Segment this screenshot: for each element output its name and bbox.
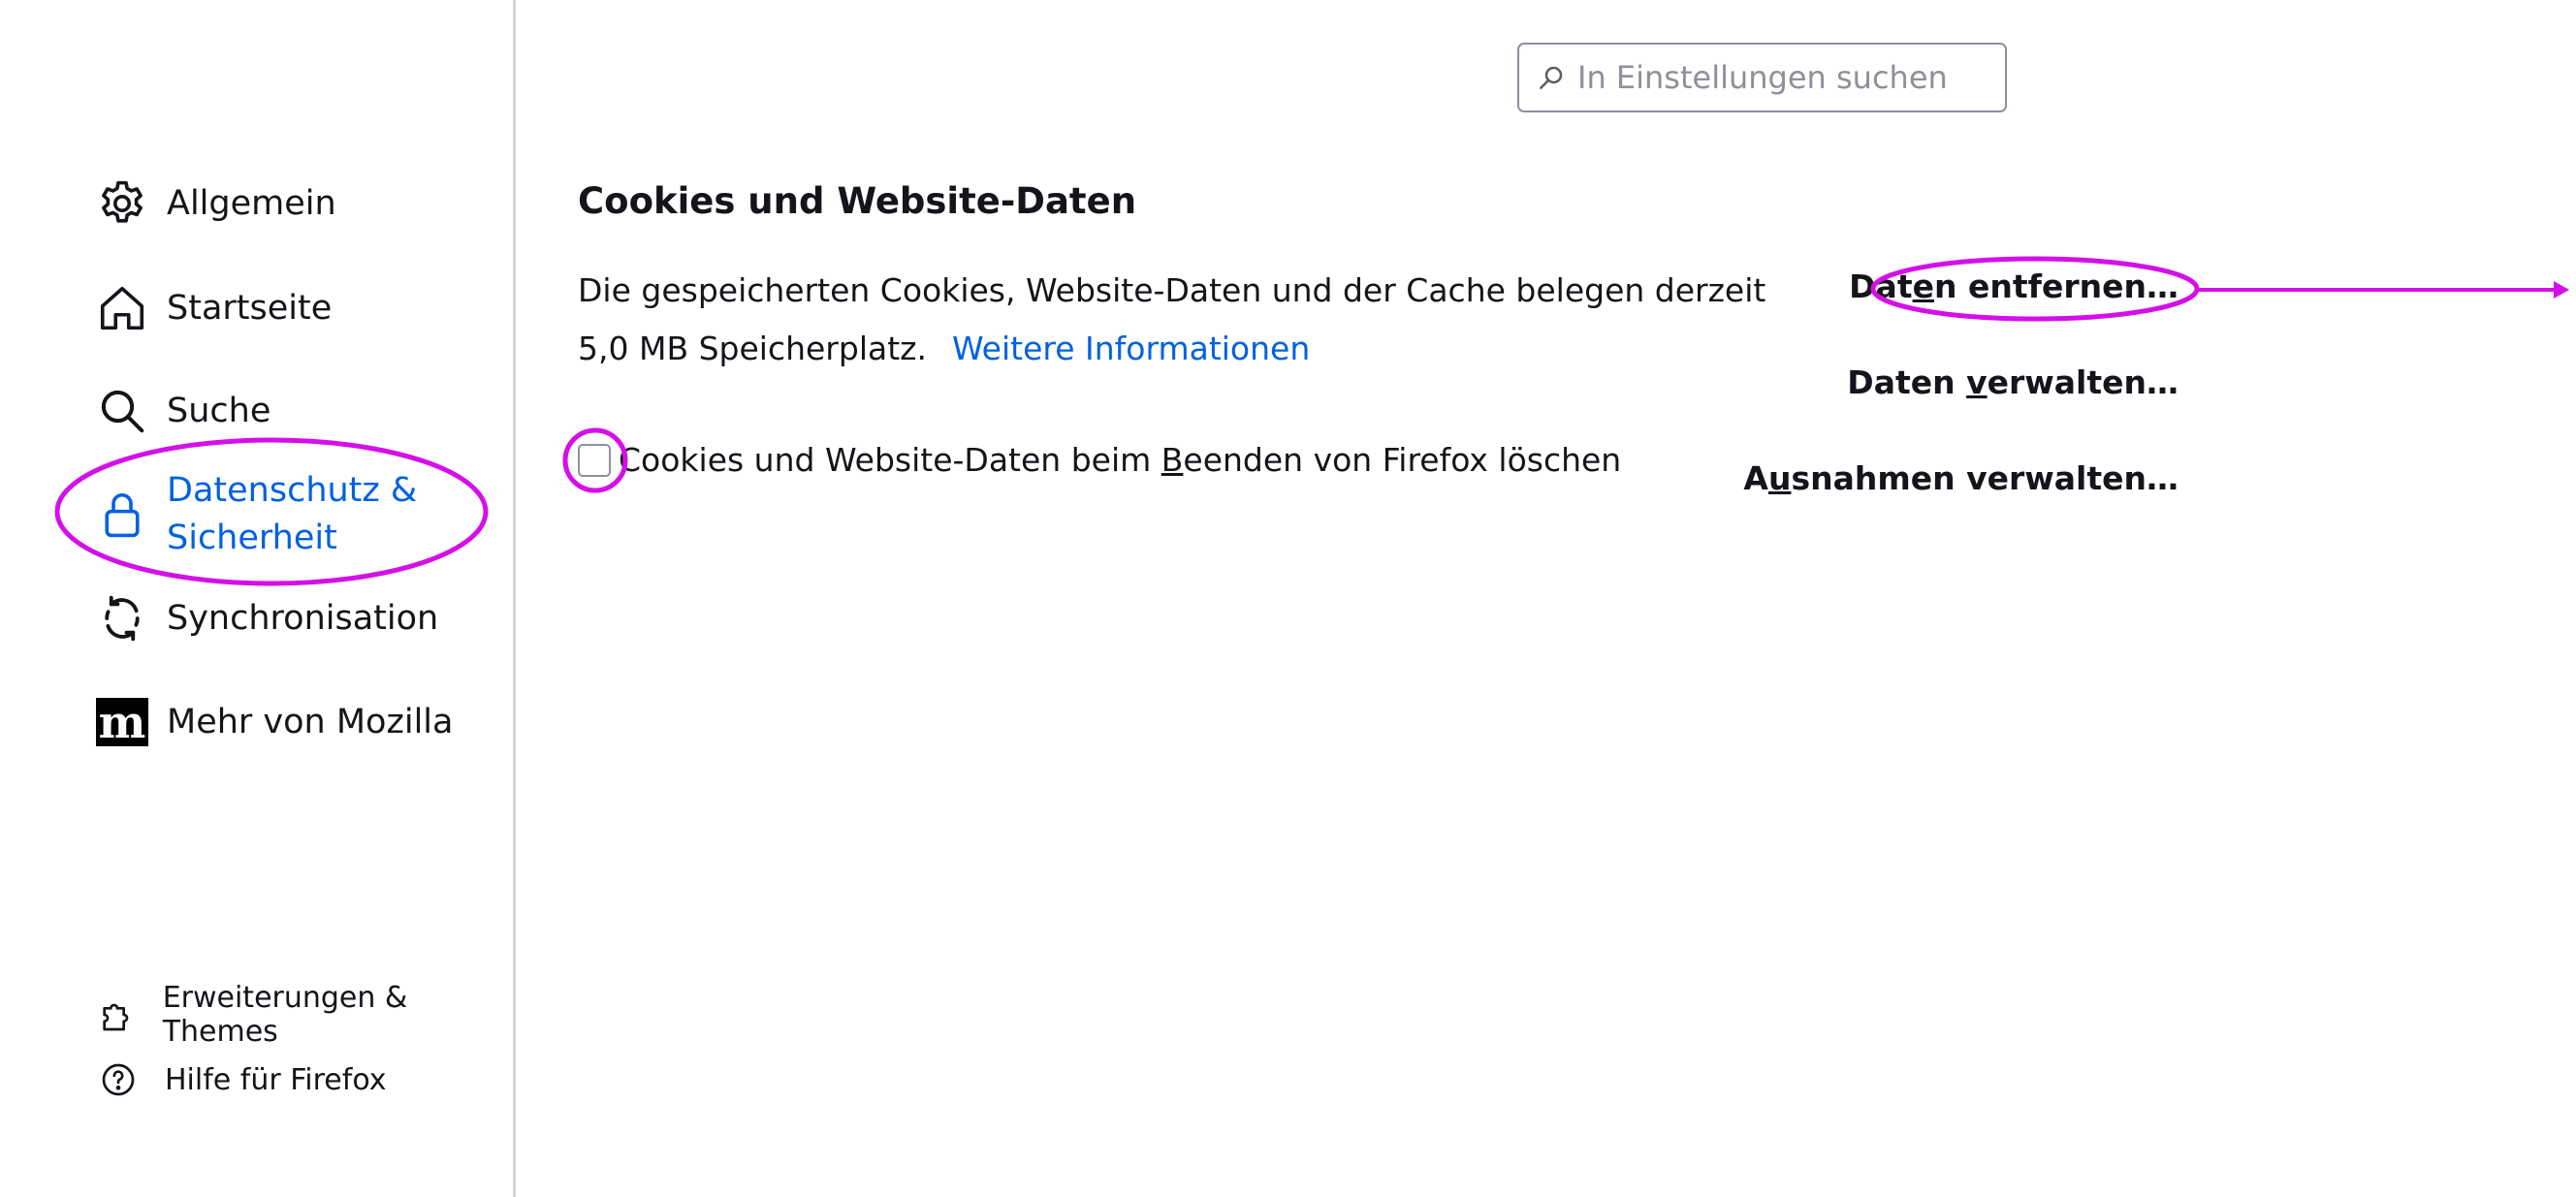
sidebar-item-label: Synchronisation (167, 599, 439, 638)
sidebar-item-label: Datenschutz & Sicherheit (167, 471, 418, 557)
sidebar-item-label: Startseite (167, 289, 333, 328)
search-icon (95, 384, 149, 438)
manage-exceptions-button[interactable]: Ausnahmen verwalten… (1743, 459, 2178, 497)
mozilla-logo: m (96, 698, 148, 746)
home-icon (95, 281, 149, 335)
section-title: Cookies und Website-Daten (578, 180, 1137, 222)
sidebar-item-label: Mehr von Mozilla (167, 703, 454, 741)
sidebar-item-search[interactable]: Suche (95, 384, 270, 438)
search-input[interactable] (1575, 58, 1987, 97)
sidebar-item-general[interactable]: Allgemein (95, 176, 336, 231)
search-icon (1540, 66, 1563, 89)
storage-description: Die gespeicherten Cookies, Website-Daten… (578, 262, 1780, 378)
mozilla-icon: m (95, 695, 149, 749)
sidebar-item-sync[interactable]: Synchronisation (95, 591, 438, 646)
sync-icon (95, 591, 149, 646)
learn-more-link[interactable]: Weitere Informationen (952, 330, 1310, 367)
sidebar-item-privacy[interactable]: Datenschutz & Sicherheit (95, 467, 458, 562)
sidebar-item-label: Allgemein (167, 184, 336, 223)
delete-on-close-checkbox[interactable] (578, 443, 611, 477)
sidebar-footer-help[interactable]: Hilfe für Firefox (97, 1058, 387, 1101)
manage-data-button[interactable]: Daten verwalten… (1847, 363, 2178, 401)
lock-icon (95, 488, 149, 542)
delete-on-close-label[interactable]: Cookies und Website-Daten beim Beenden v… (619, 441, 1621, 479)
sidebar-footer-label: Hilfe für Firefox (165, 1062, 387, 1097)
gear-icon (95, 176, 149, 231)
annotation-arrow-head (2554, 281, 2569, 299)
sidebar: Allgemein Startseite Suche Datenschutz &… (0, 0, 516, 1197)
delete-on-close-row: Cookies und Website-Daten beim Beenden v… (578, 441, 1621, 479)
search-box[interactable] (1517, 43, 2007, 112)
sidebar-item-label: Suche (167, 392, 271, 430)
clear-data-button[interactable]: Daten entfernen… (1849, 268, 2178, 305)
sidebar-item-home[interactable]: Startseite (95, 281, 332, 335)
sidebar-footer-label: Erweiterungen & Themes (162, 981, 408, 1049)
sidebar-item-mozilla[interactable]: m Mehr von Mozilla (95, 695, 453, 749)
puzzle-icon (97, 993, 138, 1036)
sidebar-footer-addons[interactable]: Erweiterungen & Themes (97, 981, 513, 1049)
help-icon (97, 1058, 140, 1101)
